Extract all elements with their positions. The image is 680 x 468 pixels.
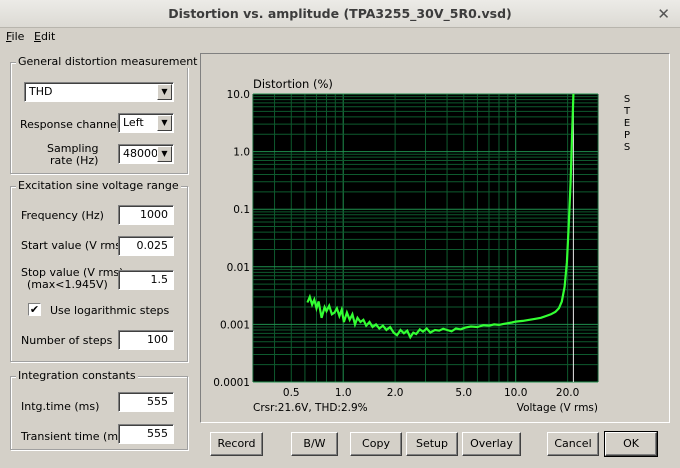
chart-title: Distortion (%) <box>253 77 333 91</box>
intg-time-label: Intg.time (ms) <box>21 400 100 413</box>
y-tick-label: 0.001 <box>220 319 250 331</box>
steps-letter: E <box>623 118 631 129</box>
setup-button[interactable]: Setup <box>406 432 458 456</box>
menu-file[interactable]: File <box>6 30 24 43</box>
record-button[interactable]: Record <box>210 432 263 456</box>
stop-value-input[interactable]: 1.5 <box>118 270 174 290</box>
x-tick-label: 5.0 <box>455 387 472 399</box>
stop-value-max-label: (max<1.945V) <box>27 278 108 291</box>
chart-panel: Distortion (%) 0.5 1.0 2.0 5.0 10.0 20.0 10.0 1… <box>200 53 670 423</box>
steps-letter: S <box>623 142 631 153</box>
menu-bar: File Edit <box>0 29 680 45</box>
group-title: Integration constants <box>16 369 138 382</box>
copy-button[interactable]: Copy <box>350 432 402 456</box>
excitation-group: Excitation sine voltage range Frequency … <box>10 179 188 362</box>
overlay-button[interactable]: Overlay <box>462 432 521 456</box>
y-tick-label: 10.0 <box>227 89 250 101</box>
response-channel-select[interactable]: Left ▼ <box>118 113 174 133</box>
x-tick-label: 2.0 <box>387 387 404 399</box>
x-axis-label: Voltage (V rms) <box>517 402 598 414</box>
number-of-steps-label: Number of steps <box>21 334 113 347</box>
chevron-down-icon[interactable]: ▼ <box>157 146 172 162</box>
integration-group: Integration constants Intg.time (ms) 555… <box>10 369 188 450</box>
number-of-steps-input[interactable]: 100 <box>118 330 174 350</box>
y-tick-label: 0.0001 <box>213 377 250 389</box>
steps-letter: S <box>623 94 631 105</box>
sampling-rate-value: 48000 <box>123 147 158 160</box>
steps-label[interactable]: STEPS <box>621 94 633 154</box>
sampling-rate-label-unit: rate (Hz) <box>50 154 99 167</box>
intg-time-input[interactable]: 555 <box>118 392 174 412</box>
x-tick-label: 1.0 <box>335 387 352 399</box>
steps-letter: T <box>623 106 631 117</box>
chevron-down-icon[interactable]: ▼ <box>157 84 172 100</box>
general-measurement-group: General distortion measurement THD ▼ Res… <box>10 55 200 174</box>
log-steps-checkbox[interactable]: ✔ <box>28 303 41 316</box>
start-value-label: Start value (V rms) <box>21 239 126 252</box>
ok-button[interactable]: OK <box>604 431 658 457</box>
group-title: General distortion measurement <box>16 55 200 68</box>
log-steps-label: Use logarithmic steps <box>50 304 170 317</box>
y-tick-label: 0.1 <box>233 204 250 216</box>
frequency-label: Frequency (Hz) <box>21 209 104 222</box>
x-tick-label: 0.5 <box>283 387 300 399</box>
response-channel-value: Left <box>123 116 144 129</box>
frequency-input[interactable]: 1000 <box>118 205 174 225</box>
measurement-type-value: THD <box>29 85 53 98</box>
x-tick-label: 20.0 <box>556 387 579 399</box>
sampling-rate-select[interactable]: 48000 ▼ <box>118 144 174 164</box>
distortion-chart[interactable]: Distortion (%) 0.5 1.0 2.0 5.0 10.0 20.0 10.0 1… <box>201 54 669 422</box>
y-tick-label: 1.0 <box>233 147 250 159</box>
steps-letter: P <box>623 130 631 141</box>
title-bar: Distortion vs. amplitude (TPA3255_30V_5R… <box>0 0 680 28</box>
start-value-input[interactable]: 0.025 <box>118 236 174 256</box>
menu-edit[interactable]: Edit <box>34 30 55 43</box>
response-channel-label: Response channel <box>20 118 120 131</box>
x-tick-label: 10.0 <box>504 387 527 399</box>
transient-time-label: Transient time (ms) <box>21 430 129 443</box>
transient-time-input[interactable]: 555 <box>118 424 174 444</box>
cursor-readout: Crsr:21.6V, THD:2.9% <box>253 402 368 414</box>
bw-button[interactable]: B/W <box>291 432 338 456</box>
y-tick-label: 0.01 <box>227 262 250 274</box>
group-title: Excitation sine voltage range <box>16 179 181 192</box>
measurement-type-select[interactable]: THD ▼ <box>24 82 174 102</box>
chevron-down-icon[interactable]: ▼ <box>157 115 172 131</box>
cancel-button[interactable]: Cancel <box>547 432 599 456</box>
close-icon[interactable]: ✕ <box>657 0 670 28</box>
window-title: Distortion vs. amplitude (TPA3255_30V_5R… <box>168 6 512 21</box>
